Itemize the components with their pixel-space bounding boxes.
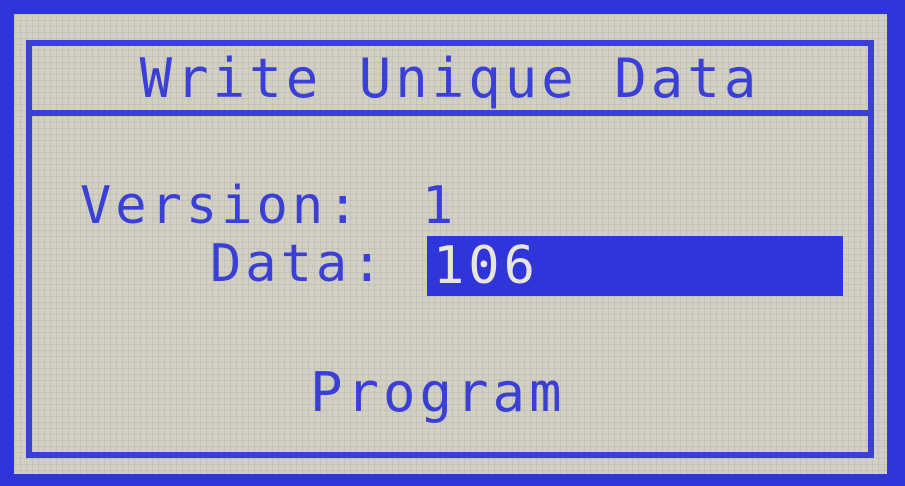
screen-title: Write Unique Data [139, 46, 761, 110]
display-bezel: Write Unique Data Version: 1 Data: Progr… [0, 0, 905, 486]
version-label: Version: [80, 176, 363, 236]
program-button[interactable]: Program [310, 361, 566, 424]
data-label: Data: [210, 234, 387, 294]
data-input-field[interactable] [427, 236, 843, 296]
title-bar: Write Unique Data [32, 46, 868, 116]
screen-frame: Write Unique Data Version: 1 Data: Progr… [26, 40, 874, 458]
version-value: 1 [422, 176, 458, 236]
lcd-screen: Write Unique Data Version: 1 Data: Progr… [14, 14, 887, 474]
